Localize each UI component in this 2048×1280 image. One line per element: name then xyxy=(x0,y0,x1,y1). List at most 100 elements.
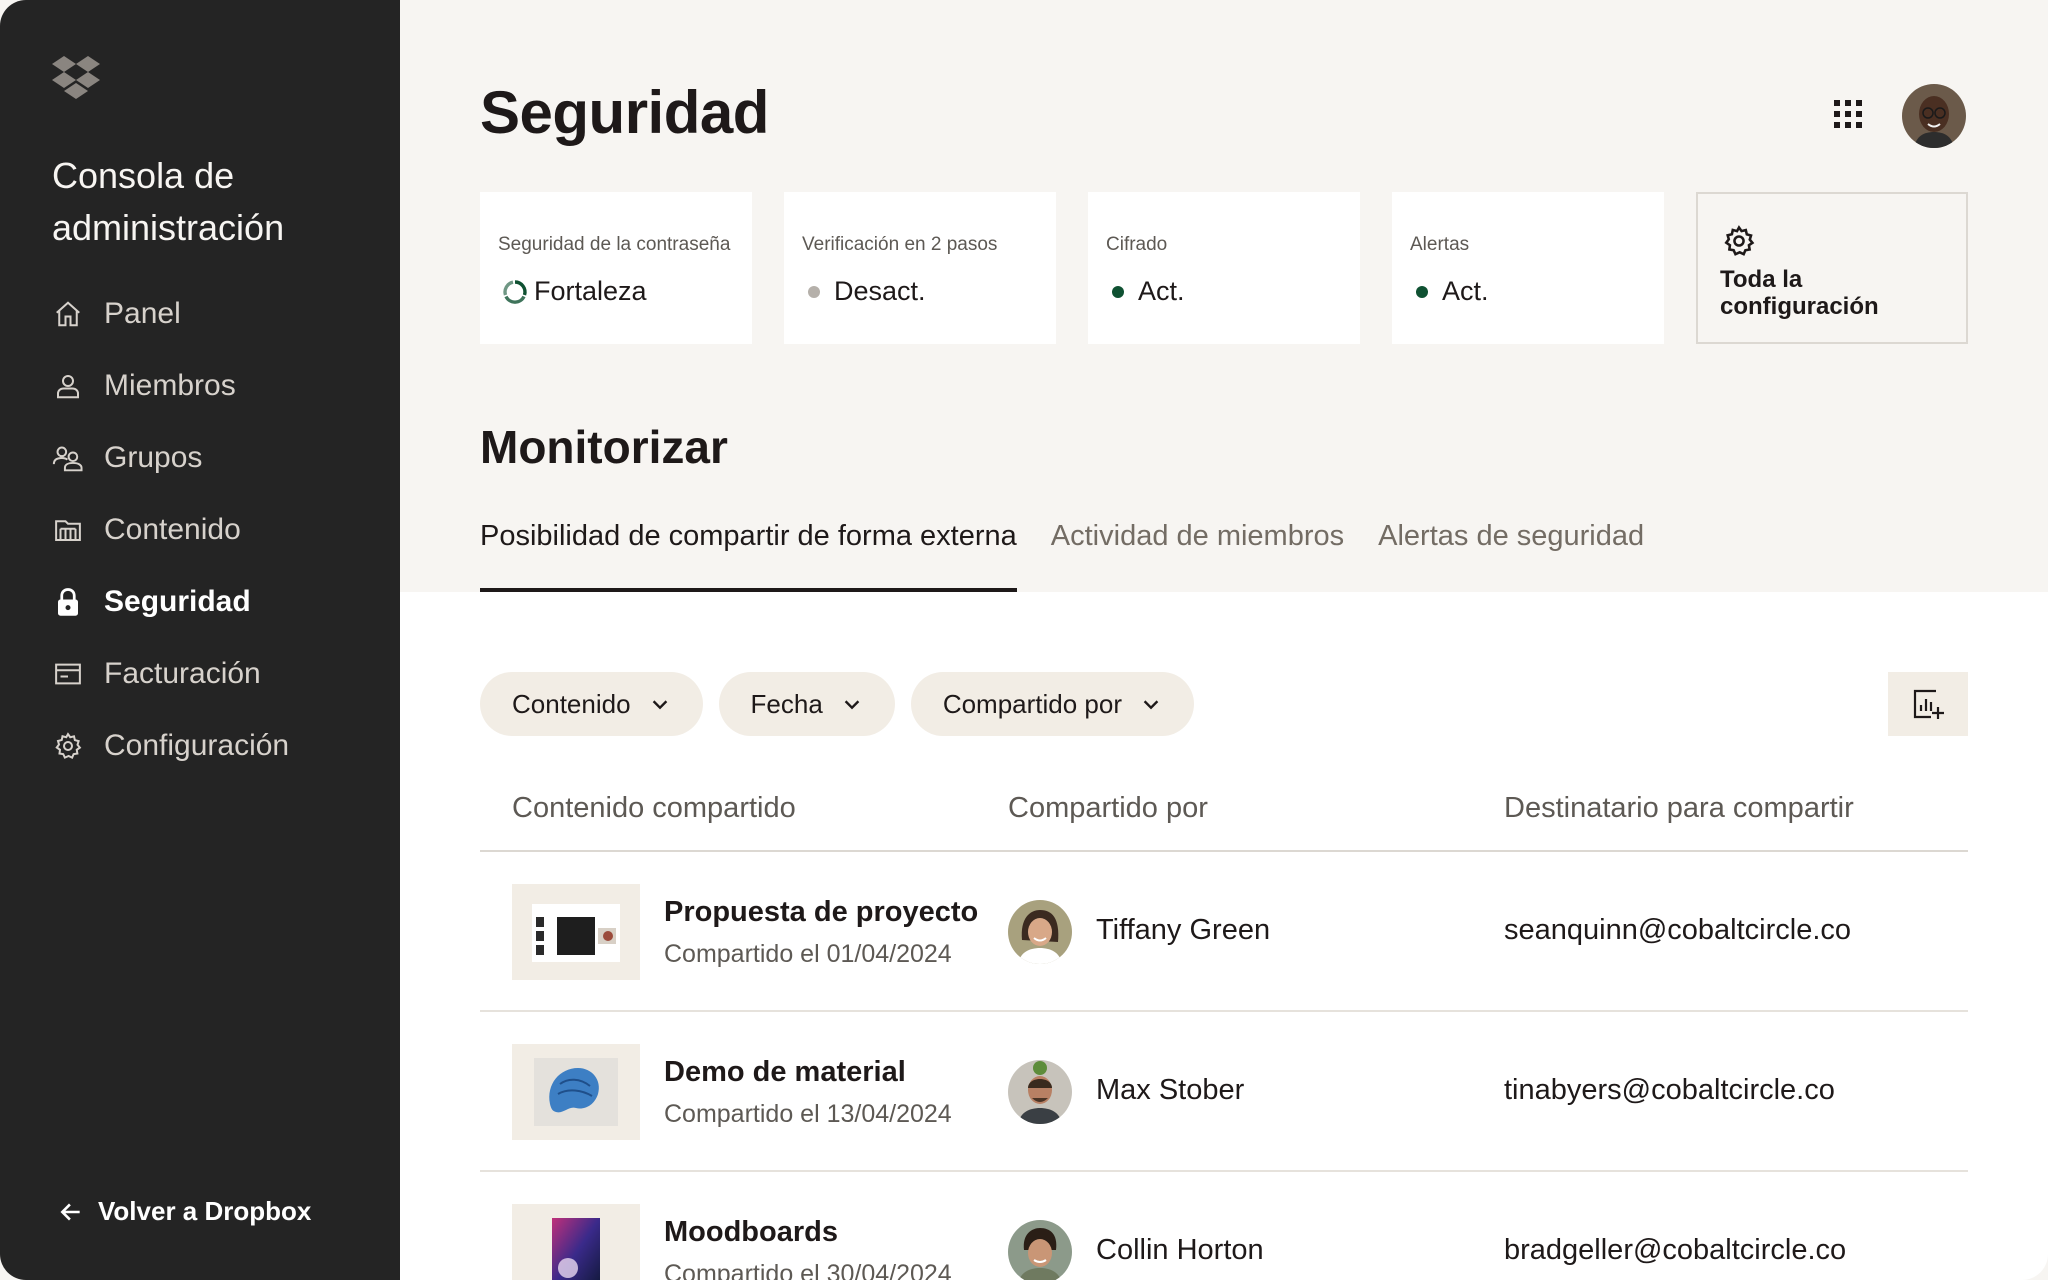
sidebar-item-content[interactable]: Contenido xyxy=(52,494,372,566)
strength-ring-icon xyxy=(503,279,527,304)
sidebar-nav: Panel Miembros Grupos Contenido Segurida… xyxy=(52,278,372,782)
filter-shared-by-dropdown[interactable]: Compartido por xyxy=(910,672,1195,736)
all-settings-label: Toda la configuración xyxy=(1720,266,1879,320)
shared-by-name: Tiffany Green xyxy=(1096,914,1271,946)
app-grid-icon[interactable] xyxy=(1832,98,1864,130)
folder-icon xyxy=(52,514,84,546)
avatar xyxy=(1008,1060,1072,1124)
two-step-card[interactable]: Verificación en 2 pasos Desact. xyxy=(784,192,1056,344)
card-label: Cifrado xyxy=(1106,234,1168,255)
table-row[interactable]: Demo de material Compartido el 13/04/202… xyxy=(480,1012,1968,1172)
sidebar-item-label: Configuración xyxy=(104,729,290,762)
filter-bar: Contenido Fecha Compartido por xyxy=(480,672,1195,736)
encryption-value: Act. xyxy=(1138,276,1185,306)
console-title: Consola de administración xyxy=(52,155,285,248)
sidebar-item-label: Seguridad xyxy=(104,585,251,618)
sidebar-item-label: Panel xyxy=(104,297,181,330)
gear-icon xyxy=(52,730,84,762)
sidebar-item-settings[interactable]: Configuración xyxy=(52,710,372,782)
shared-by-name: Max Stober xyxy=(1096,1074,1245,1106)
person-icon xyxy=(52,370,84,402)
filter-label: Compartido por xyxy=(942,688,1123,719)
sidebar-item-security[interactable]: Seguridad xyxy=(52,566,372,638)
sidebar-item-groups[interactable]: Grupos xyxy=(52,422,372,494)
group-icon xyxy=(52,442,84,474)
status-dot xyxy=(1416,285,1428,298)
home-icon xyxy=(52,298,84,330)
card-value: Desact. xyxy=(802,276,926,307)
all-settings-card[interactable]: Toda la configuración xyxy=(1696,192,1968,344)
sidebar-item-label: Miembros xyxy=(104,369,236,402)
file-thumbnail xyxy=(512,1204,640,1280)
chevron-down-icon xyxy=(1143,700,1159,710)
avatar xyxy=(1008,1220,1072,1280)
chevron-down-icon xyxy=(652,700,667,710)
card-label: Verificación en 2 pasos xyxy=(802,234,998,255)
file-shared-date: Compartido el 01/04/2024 xyxy=(664,940,952,968)
page-title: Seguridad xyxy=(480,79,769,146)
sharing-panel: Contenido Fecha Compartido por Contenido… xyxy=(400,592,2048,1280)
column-header[interactable]: Destinatario para compartir xyxy=(1504,792,1854,825)
shared-content-table: Contenido compartido Compartido por Dest… xyxy=(480,784,1968,1280)
filter-label: Contenido xyxy=(512,688,631,719)
card-value: Act. xyxy=(1106,276,1185,307)
filter-content-dropdown[interactable]: Contenido xyxy=(480,672,703,736)
chart-add-icon xyxy=(1913,689,1944,719)
file-title[interactable]: Moodboards xyxy=(664,1216,838,1249)
tab-external-sharing[interactable]: Posibilidad de compartir de forma extern… xyxy=(480,520,1017,592)
sidebar-item-panel[interactable]: Panel xyxy=(52,278,372,350)
file-shared-date: Compartido el 30/04/2024 xyxy=(664,1260,952,1280)
tab-security-alerts[interactable]: Alertas de seguridad xyxy=(1378,520,1644,592)
filter-date-dropdown[interactable]: Fecha xyxy=(718,672,895,736)
sidebar-item-members[interactable]: Miembros xyxy=(52,350,372,422)
user-avatar[interactable] xyxy=(1902,84,1966,148)
password-strength-card[interactable]: Seguridad de la contraseña Fortaleza xyxy=(480,192,752,344)
tab-member-activity[interactable]: Actividad de miembros xyxy=(1051,520,1344,592)
sidebar-item-billing[interactable]: Facturación xyxy=(52,638,372,710)
dropbox-logo-icon[interactable] xyxy=(52,56,100,100)
table-header: Contenido compartido Compartido por Dest… xyxy=(480,784,1968,852)
billing-icon xyxy=(52,658,84,690)
monitor-tabs: Posibilidad de compartir de forma extern… xyxy=(480,520,1644,592)
status-dot xyxy=(808,285,820,298)
table-row[interactable]: Moodboards Compartido el 30/04/2024 Coll… xyxy=(480,1172,1968,1280)
shared-by-name: Collin Horton xyxy=(1096,1234,1264,1266)
lock-icon xyxy=(52,586,84,618)
table-row[interactable]: Propuesta de proyecto Compartido el 01/0… xyxy=(480,852,1968,1012)
column-header[interactable]: Contenido compartido xyxy=(512,792,796,825)
chevron-down-icon xyxy=(844,700,860,710)
recipient-email: bradgeller@cobaltcircle.co xyxy=(1504,1234,1847,1266)
file-title[interactable]: Demo de material xyxy=(664,1056,906,1089)
avatar xyxy=(1008,900,1072,964)
status-dot xyxy=(1112,285,1124,298)
two-step-value: Desact. xyxy=(834,276,926,306)
file-shared-date: Compartido el 13/04/2024 xyxy=(664,1100,952,1128)
sidebar-item-label: Grupos xyxy=(104,441,203,474)
password-strength-value: Fortaleza xyxy=(534,276,647,306)
sidebar-item-label: Facturación xyxy=(104,657,261,690)
file-title[interactable]: Propuesta de proyecto xyxy=(664,896,978,929)
card-value: Fortaleza xyxy=(498,276,647,307)
arrow-left-icon xyxy=(60,1202,80,1221)
sidebar: Consola de administración Panel Miembros… xyxy=(0,0,400,1280)
filter-label: Fecha xyxy=(750,688,823,719)
file-thumbnail xyxy=(512,884,640,980)
back-to-dropbox-link[interactable]: Volver a Dropbox xyxy=(58,1196,311,1227)
main-area: Seguridad Seguridad de la contraseña For… xyxy=(400,0,2048,1280)
file-thumbnail xyxy=(512,1044,640,1140)
card-value: Act. xyxy=(1410,276,1489,307)
alerts-value: Act. xyxy=(1442,276,1489,306)
security-summary-cards: Seguridad de la contraseña Fortaleza Ver… xyxy=(480,192,1968,344)
column-header[interactable]: Compartido por xyxy=(1008,792,1208,825)
encryption-card[interactable]: Cifrado Act. xyxy=(1088,192,1360,344)
card-label: Seguridad de la contraseña xyxy=(498,234,731,255)
app-window: Consola de administración Panel Miembros… xyxy=(0,0,2048,1280)
recipient-email: tinabyers@cobaltcircle.co xyxy=(1504,1074,1835,1106)
sidebar-item-label: Contenido xyxy=(104,513,241,546)
add-report-button[interactable] xyxy=(1888,672,1968,736)
gear-icon xyxy=(1724,225,1755,256)
monitor-section-title: Monitorizar xyxy=(480,421,728,473)
recipient-email: seanquinn@cobaltcircle.co xyxy=(1504,914,1852,946)
alerts-card[interactable]: Alertas Act. xyxy=(1392,192,1664,344)
back-link-label: Volver a Dropbox xyxy=(98,1196,312,1226)
